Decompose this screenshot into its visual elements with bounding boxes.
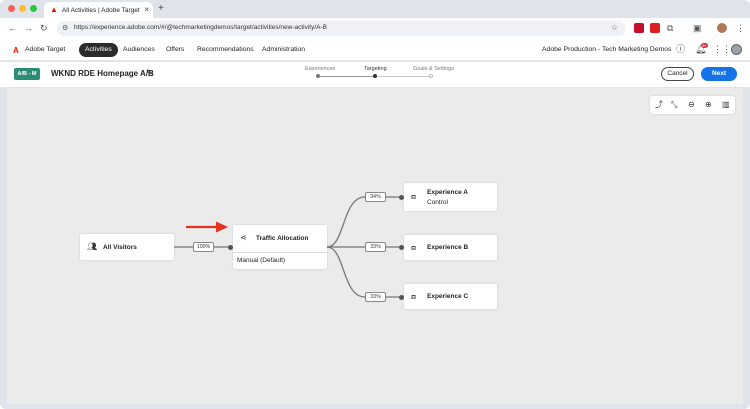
experience-a-card[interactable]: ⧈ Experience A Control: [404, 183, 497, 211]
experience-b-card[interactable]: ⧈ Experience B: [404, 235, 497, 260]
experience-icon: ⧈: [411, 292, 417, 301]
experience-icon: ⧈: [411, 192, 417, 201]
connector-experience-c: [326, 246, 404, 298]
audience-card[interactable]: 👥︎ All Visitors: [80, 234, 174, 260]
experience-c-card[interactable]: ⧈ Experience C: [404, 284, 497, 309]
traffic-allocation-card[interactable]: ⋖ Traffic Allocation Manual (Default): [233, 225, 327, 269]
allocation-title: Traffic Allocation: [256, 235, 309, 242]
experience-b-percent: 33%: [365, 242, 386, 252]
red-arrow-icon: [186, 221, 228, 233]
flow-connectors: [174, 196, 404, 298]
audience-label: All Visitors: [103, 244, 137, 251]
audience-percent: 100%: [193, 242, 214, 252]
share-icon: ⋖: [240, 233, 247, 242]
connector-experience-a: [326, 196, 404, 248]
experience-c-name: Experience C: [427, 293, 469, 300]
experience-a-percent: 34%: [365, 192, 386, 202]
allocation-method[interactable]: Manual (Default): [237, 257, 285, 264]
people-icon: 👥︎: [87, 242, 98, 251]
card-divider: [233, 252, 327, 253]
experience-a-name: Experience A: [427, 189, 468, 196]
experience-a-sub: Control: [427, 199, 448, 206]
experience-icon: ⧈: [411, 243, 417, 252]
browser-window: ▲ All Activities | Adobe Target ✕ + ← → …: [0, 0, 750, 409]
experience-b-name: Experience B: [427, 244, 469, 251]
experience-c-percent: 33%: [365, 292, 386, 302]
